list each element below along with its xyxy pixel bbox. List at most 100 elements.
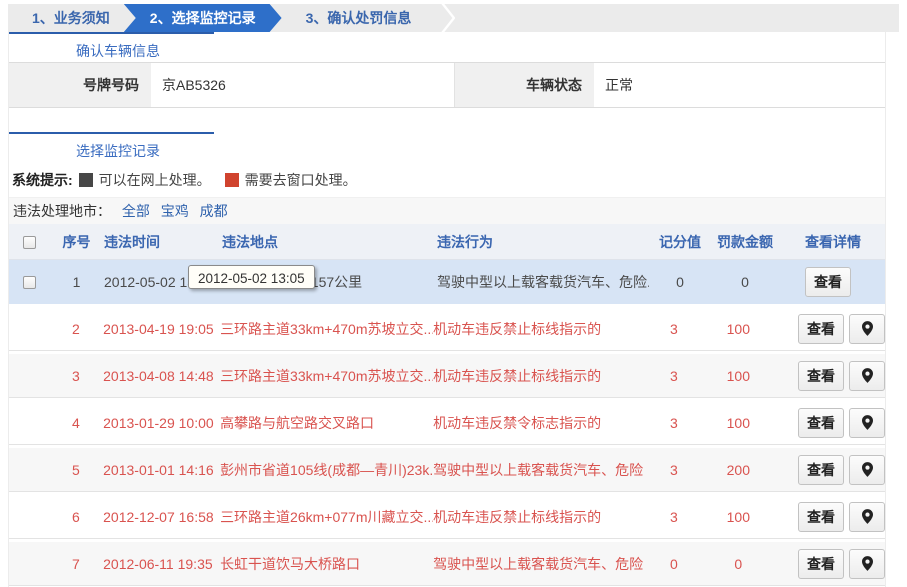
row-score: 3 <box>643 415 704 431</box>
row-seq: 1 <box>49 274 104 290</box>
row-score: 3 <box>643 368 704 384</box>
row-fine: 0 <box>711 274 779 290</box>
tab-select-records[interactable]: 选择监控记录 <box>76 141 160 161</box>
city-filter-label: 违法处理地市： <box>13 203 111 219</box>
map-pin-icon <box>862 509 873 524</box>
map-pin-button[interactable] <box>849 314 885 344</box>
online-legend-text: 可以在网上处理。 <box>99 170 211 190</box>
view-button[interactable]: 查看 <box>798 314 844 344</box>
city-filter-chengdu[interactable]: 成都 <box>200 203 228 219</box>
chevron-separator-icon <box>441 4 455 32</box>
monitoring-records-panel: 选择监控记录 系统提示: 可以在网上处理。 需要去窗口处理。 违法处理地市： 全… <box>9 132 885 587</box>
select-all-checkbox[interactable] <box>23 236 36 249</box>
row-behavior: 机动车违反禁止标线指示的 <box>433 507 643 527</box>
table-row: 5 2013-01-01 14:16 彭州市省道105线(成都—青川)23k..… <box>9 448 885 492</box>
vehicle-status-label: 车辆状态 <box>454 63 594 107</box>
map-pin-icon <box>862 368 873 383</box>
row-checkbox[interactable] <box>23 276 36 289</box>
city-filter-bar: 违法处理地市： 全部 宝鸡 成都 <box>9 197 885 224</box>
tooltip: 2012-05-02 13:05 <box>188 265 315 289</box>
view-button[interactable]: 查看 <box>798 455 844 485</box>
row-fine: 100 <box>705 321 772 337</box>
row-behavior: 驾驶中型以上载客载货汽车、危险... <box>437 272 649 292</box>
map-pin-icon <box>862 556 873 571</box>
row-seq: 3 <box>49 368 104 384</box>
table-row: 2 2013-04-19 19:05 三环路主道33km+470m苏坡立交...… <box>9 307 885 351</box>
table-row: 7 2012-06-11 19:35 长虹干道饮马大桥路口 驾驶中型以上载客载货… <box>9 542 885 586</box>
row-location: 三环路主道26km+077m川藏立交... <box>220 507 433 527</box>
row-seq: 7 <box>49 556 104 572</box>
header-fine: 罚款金额 <box>711 232 779 252</box>
main-content: 确认车辆信息 号牌号码 京AB5326 车辆状态 正常 选择监控记录 系统提示:… <box>8 32 886 587</box>
row-time: 2013-01-29 10:00 <box>103 415 220 431</box>
row-score: 3 <box>643 462 704 478</box>
row-time: 2012-06-11 19:35 <box>103 556 220 572</box>
city-filter-baoji[interactable]: 宝鸡 <box>161 203 189 219</box>
view-button[interactable]: 查看 <box>798 361 844 391</box>
step-confirm-penalty[interactable]: 3、确认处罚信息 <box>282 4 436 32</box>
row-score: 3 <box>643 321 704 337</box>
row-fine: 200 <box>705 462 772 478</box>
table-body: 1 2012-05-02 13:05 2157公里 驾驶中型以上载客载货汽车、危… <box>9 260 885 586</box>
map-pin-button[interactable] <box>849 408 885 438</box>
row-score: 0 <box>649 274 711 290</box>
header-behavior: 违法行为 <box>437 232 649 252</box>
row-score: 0 <box>643 556 704 572</box>
plate-number-value: 京AB5326 <box>151 63 454 107</box>
row-location: 三环路主道33km+470m苏坡立交... <box>220 319 433 339</box>
row-location: 长虹干道饮马大桥路口 <box>220 554 433 574</box>
row-location: 高攀路与航空路交叉路口 <box>220 413 433 433</box>
row-location: 彭州市省道105线(成都—青川)23k... <box>220 460 433 480</box>
row-time: 2012-12-07 16:58 <box>103 509 220 525</box>
row-seq: 5 <box>49 462 104 478</box>
row-seq: 6 <box>49 509 104 525</box>
row-time: 2013-04-08 14:48 <box>103 368 220 384</box>
step-select-records[interactable]: 2、选择监控记录 <box>124 4 282 32</box>
table-row: 4 2013-01-29 10:00 高攀路与航空路交叉路口 机动车违反禁令标志… <box>9 401 885 445</box>
table-header: 序号 违法时间 违法地点 违法行为 记分值 罚款金额 查看详情 <box>9 224 885 260</box>
row-time: 2013-04-19 19:05 <box>103 321 220 337</box>
tab-vehicle-info[interactable]: 确认车辆信息 <box>76 41 160 61</box>
city-filter-all[interactable]: 全部 <box>122 203 150 219</box>
map-pin-icon <box>862 321 873 336</box>
vehicle-info-panel: 确认车辆信息 号牌号码 京AB5326 车辆状态 正常 <box>9 32 885 108</box>
map-pin-button[interactable] <box>849 361 885 391</box>
row-behavior: 机动车违反禁令标志指示的 <box>433 413 643 433</box>
row-behavior: 驾驶中型以上载客载货汽车、危险... <box>433 554 643 574</box>
row-fine: 100 <box>705 415 772 431</box>
breadcrumb: 1、业务须知 2、选择监控记录 3、确认处罚信息 <box>8 4 899 32</box>
row-fine: 100 <box>705 509 772 525</box>
row-behavior: 驾驶中型以上载客载货汽车、危险... <box>433 460 643 480</box>
vehicle-status-value: 正常 <box>594 63 885 107</box>
window-legend-text: 需要去窗口处理。 <box>245 170 357 190</box>
header-location: 违法地点 <box>222 232 437 252</box>
row-behavior: 机动车违反禁止标线指示的 <box>433 366 643 386</box>
header-time: 违法时间 <box>104 232 222 252</box>
table-row: 3 2013-04-08 14:48 三环路主道33km+470m苏坡立交...… <box>9 354 885 398</box>
map-pin-button[interactable] <box>849 549 885 579</box>
map-pin-icon <box>862 415 873 430</box>
row-fine: 0 <box>705 556 772 572</box>
header-seq: 序号 <box>49 232 104 252</box>
map-pin-button[interactable] <box>849 455 885 485</box>
vehicle-info-form: 号牌号码 京AB5326 车辆状态 正常 <box>9 62 885 108</box>
row-location: 三环路主道33km+470m苏坡立交... <box>220 366 433 386</box>
row-seq: 2 <box>49 321 104 337</box>
table-row: 1 2012-05-02 13:05 2157公里 驾驶中型以上载客载货汽车、危… <box>9 260 885 304</box>
view-button[interactable]: 查看 <box>798 408 844 438</box>
window-legend-square-icon <box>225 173 239 187</box>
table-row: 6 2012-12-07 16:58 三环路主道26km+077m川藏立交...… <box>9 495 885 539</box>
step-business-notice[interactable]: 1、业务须知 <box>8 4 134 32</box>
view-button[interactable]: 查看 <box>805 267 851 297</box>
header-score: 记分值 <box>649 232 711 252</box>
row-time: 2013-01-01 14:16 <box>103 462 220 478</box>
system-hint-label: 系统提示: <box>12 170 73 190</box>
view-button[interactable]: 查看 <box>798 549 844 579</box>
row-score: 3 <box>643 509 704 525</box>
map-pin-icon <box>862 462 873 477</box>
view-button[interactable]: 查看 <box>798 502 844 532</box>
vehicle-info-tab-strip: 确认车辆信息 <box>9 32 885 62</box>
records-tab-strip: 选择监控记录 <box>9 132 885 162</box>
online-legend-square-icon <box>79 173 93 187</box>
map-pin-button[interactable] <box>849 502 885 532</box>
